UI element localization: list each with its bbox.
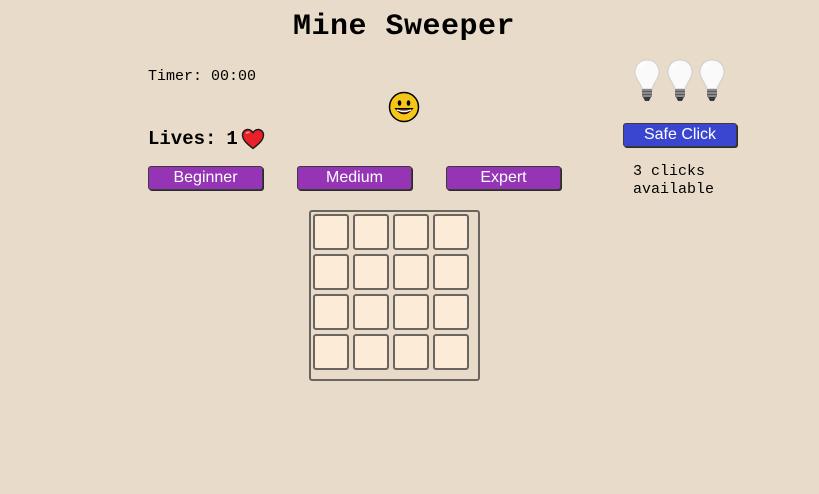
heart-icon bbox=[241, 128, 265, 150]
lives-label: Lives: bbox=[148, 128, 217, 150]
board-cell[interactable] bbox=[313, 254, 349, 290]
safe-clicks-available: 3 clicks available bbox=[633, 163, 715, 198]
hint-bulbs bbox=[632, 58, 730, 104]
board-cell[interactable] bbox=[433, 334, 469, 370]
minesweeper-page: Mine Sweeper Timer: 00:00 Lives: 1 Safe … bbox=[0, 0, 819, 494]
beginner-button[interactable]: Beginner bbox=[148, 166, 263, 190]
medium-button[interactable]: Medium bbox=[297, 166, 412, 190]
timer-label: Timer: bbox=[148, 68, 203, 85]
board-cell[interactable] bbox=[433, 254, 469, 290]
board-cell[interactable] bbox=[393, 334, 429, 370]
safe-click-button[interactable]: Safe Click bbox=[623, 123, 737, 147]
board-cell[interactable] bbox=[393, 214, 429, 250]
page-title: Mine Sweeper bbox=[292, 10, 516, 44]
timer: Timer: 00:00 bbox=[148, 68, 256, 85]
lightbulb-icon[interactable] bbox=[632, 58, 662, 104]
board-cell[interactable] bbox=[313, 334, 349, 370]
board-cell[interactable] bbox=[393, 254, 429, 290]
timer-value: 00:00 bbox=[211, 68, 257, 85]
board-cell[interactable] bbox=[433, 294, 469, 330]
smiley-face-icon[interactable] bbox=[388, 91, 420, 123]
lives-count: 1 bbox=[226, 128, 238, 150]
board-cell[interactable] bbox=[353, 254, 389, 290]
board-cell[interactable] bbox=[433, 214, 469, 250]
board-cell[interactable] bbox=[353, 214, 389, 250]
lightbulb-icon[interactable] bbox=[697, 58, 727, 104]
board-cell[interactable] bbox=[353, 294, 389, 330]
board-cell[interactable] bbox=[353, 334, 389, 370]
board-cell[interactable] bbox=[313, 214, 349, 250]
board-cell[interactable] bbox=[393, 294, 429, 330]
lives: Lives: 1 bbox=[148, 128, 265, 150]
board-cell[interactable] bbox=[313, 294, 349, 330]
lightbulb-icon[interactable] bbox=[665, 58, 695, 104]
game-board bbox=[309, 210, 480, 381]
expert-button[interactable]: Expert bbox=[446, 166, 561, 190]
